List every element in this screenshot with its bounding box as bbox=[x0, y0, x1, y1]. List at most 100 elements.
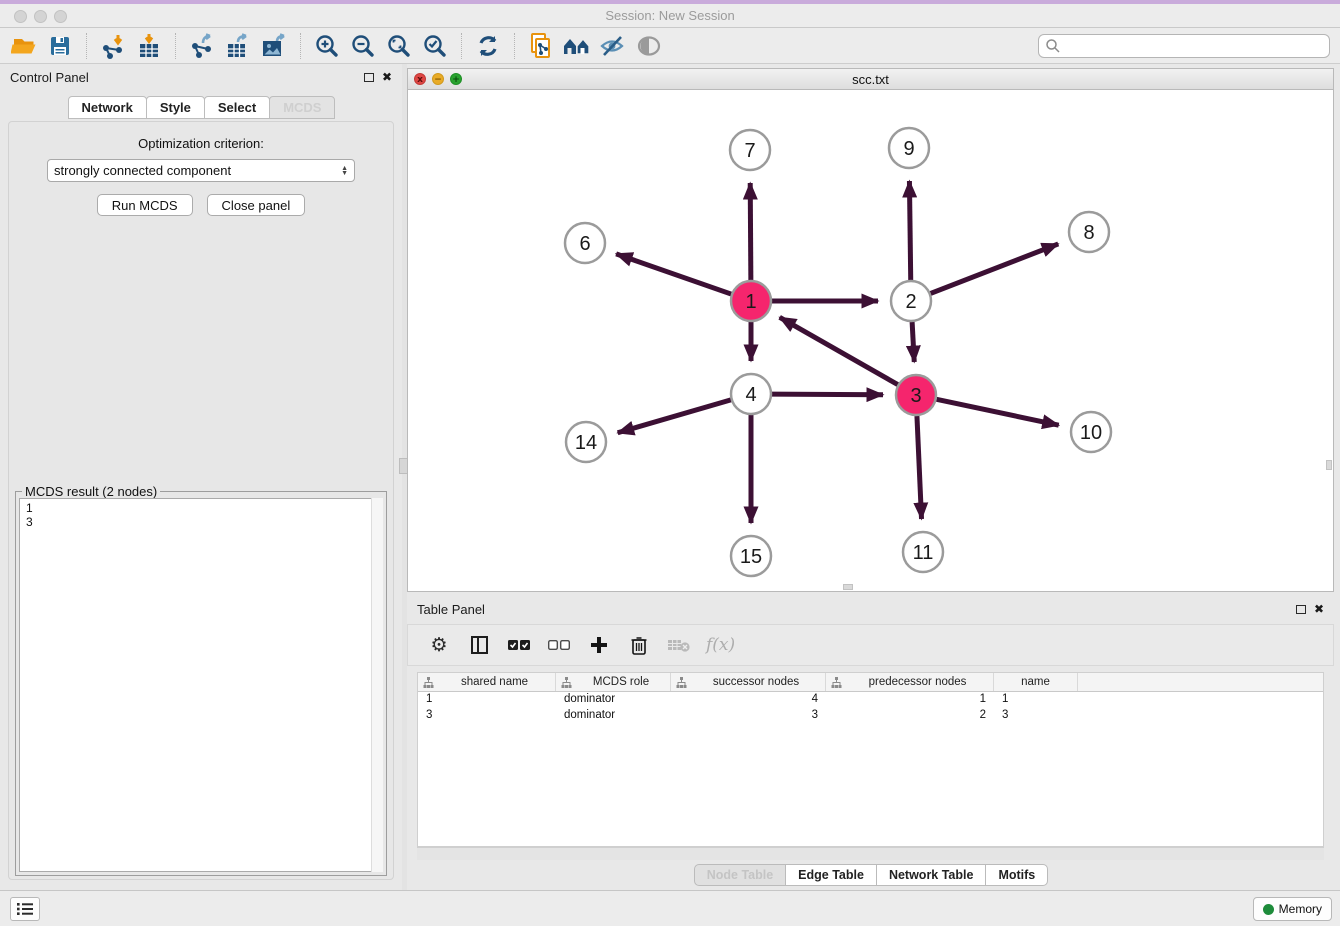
run-mcds-button[interactable]: Run MCDS bbox=[97, 194, 193, 216]
tab-select[interactable]: Select bbox=[204, 96, 270, 119]
table-tabs: Node TableEdge TableNetwork TableMotifs bbox=[407, 860, 1334, 890]
node-10[interactable]: 10 bbox=[1071, 412, 1111, 452]
canvas-handle-right[interactable] bbox=[1326, 460, 1332, 470]
node-8[interactable]: 8 bbox=[1069, 212, 1109, 252]
node-15[interactable]: 15 bbox=[731, 536, 771, 576]
edge-2-3[interactable] bbox=[912, 322, 914, 362]
node-6[interactable]: 6 bbox=[565, 223, 605, 263]
node-7[interactable]: 7 bbox=[730, 130, 770, 170]
export-image-button[interactable] bbox=[256, 30, 292, 62]
maximize-window-button[interactable] bbox=[54, 10, 67, 23]
node-3[interactable]: 3 bbox=[896, 375, 936, 415]
svg-text:1: 1 bbox=[745, 291, 756, 313]
cell-shared-name[interactable]: 1 bbox=[418, 692, 556, 708]
svg-text:14: 14 bbox=[575, 432, 597, 454]
add-column-icon[interactable] bbox=[586, 632, 612, 658]
node-14[interactable]: 14 bbox=[566, 422, 606, 462]
app-titlebar: Session: New Session bbox=[0, 4, 1340, 28]
tab-mcds[interactable]: MCDS bbox=[269, 96, 335, 119]
tab-network[interactable]: Network bbox=[68, 96, 147, 119]
close-panel-button[interactable]: Close panel bbox=[207, 194, 306, 216]
toolbar-separator bbox=[86, 33, 87, 59]
float-panel-icon[interactable] bbox=[1296, 605, 1306, 614]
open-session-button[interactable] bbox=[6, 30, 42, 62]
column-header-shared-name[interactable]: shared name bbox=[418, 673, 556, 691]
edge-1-7[interactable] bbox=[750, 183, 751, 280]
close-panel-icon[interactable]: ✖ bbox=[382, 72, 392, 82]
settings-gear-icon[interactable]: ⚙ bbox=[426, 632, 452, 658]
tab-style[interactable]: Style bbox=[146, 96, 205, 119]
mcds-result-scrollbar[interactable] bbox=[371, 498, 383, 872]
edge-2-8[interactable] bbox=[931, 244, 1059, 293]
status-bar: Memory bbox=[0, 890, 1340, 926]
new-network-from-selection-button[interactable] bbox=[523, 30, 559, 62]
network-canvas[interactable]: 7 9 6 8 1 2 4 3 14 10 15 11 bbox=[408, 90, 1333, 591]
show-column-icon[interactable] bbox=[466, 632, 492, 658]
import-table-button[interactable] bbox=[131, 30, 167, 62]
first-neighbors-button[interactable] bbox=[559, 30, 595, 62]
cell-name[interactable]: 1 bbox=[994, 692, 1078, 708]
minimize-window-button[interactable] bbox=[34, 10, 47, 23]
column-header-name[interactable]: name bbox=[994, 673, 1078, 691]
edge-2-9[interactable] bbox=[909, 181, 910, 280]
apply-layout-button[interactable] bbox=[470, 30, 506, 62]
save-session-button[interactable] bbox=[42, 30, 78, 62]
node-1[interactable]: 1 bbox=[731, 281, 771, 321]
cell-name[interactable]: 3 bbox=[994, 708, 1078, 724]
cell-MCDS-role[interactable]: dominator bbox=[556, 708, 671, 724]
edge-3-11[interactable] bbox=[917, 416, 922, 519]
cell-shared-name[interactable]: 3 bbox=[418, 708, 556, 724]
cell-predecessor-nodes[interactable]: 1 bbox=[826, 692, 994, 708]
zoom-in-button[interactable] bbox=[309, 30, 345, 62]
close-window-button[interactable] bbox=[14, 10, 27, 23]
search-input[interactable] bbox=[1061, 39, 1329, 53]
search-box[interactable] bbox=[1038, 34, 1330, 58]
node-4[interactable]: 4 bbox=[731, 374, 771, 414]
zoom-selected-button[interactable] bbox=[417, 30, 453, 62]
edge-3-1[interactable] bbox=[780, 317, 898, 384]
edge-4-14[interactable] bbox=[618, 400, 731, 433]
column-label: shared name bbox=[434, 676, 555, 688]
cell-successor-nodes[interactable]: 4 bbox=[671, 692, 826, 708]
export-network-button[interactable] bbox=[184, 30, 220, 62]
tab-network-table[interactable]: Network Table bbox=[876, 864, 987, 886]
task-history-button[interactable] bbox=[10, 897, 40, 921]
deselect-all-checkboxes-icon[interactable] bbox=[546, 632, 572, 658]
delete-column-trash-icon[interactable] bbox=[626, 632, 652, 658]
edge-4-3[interactable] bbox=[772, 394, 883, 395]
network-graph[interactable]: 7 9 6 8 1 2 4 3 14 10 15 11 bbox=[408, 90, 1333, 591]
export-table-button[interactable] bbox=[220, 30, 256, 62]
network-window-title: scc.txt bbox=[408, 72, 1333, 87]
table-horizontal-scrollbar[interactable] bbox=[417, 847, 1324, 860]
node-9[interactable]: 9 bbox=[889, 128, 929, 168]
table-row[interactable]: 3dominator323 bbox=[418, 708, 1323, 724]
toolbar-separator bbox=[461, 33, 462, 59]
cell-successor-nodes[interactable]: 3 bbox=[671, 708, 826, 724]
node-2[interactable]: 2 bbox=[891, 281, 931, 321]
cell-MCDS-role[interactable]: dominator bbox=[556, 692, 671, 708]
table-row[interactable]: 1dominator411 bbox=[418, 692, 1323, 708]
tab-node-table[interactable]: Node Table bbox=[694, 864, 786, 886]
cell-predecessor-nodes[interactable]: 2 bbox=[826, 708, 994, 724]
hide-selected-button[interactable] bbox=[595, 30, 631, 62]
show-all-button[interactable] bbox=[631, 30, 667, 62]
select-all-checkboxes-icon[interactable] bbox=[506, 632, 532, 658]
node-11[interactable]: 11 bbox=[903, 532, 943, 572]
close-panel-icon[interactable]: ✖ bbox=[1314, 604, 1324, 614]
edge-3-10[interactable] bbox=[937, 399, 1059, 425]
column-header-predecessor-nodes[interactable]: predecessor nodes bbox=[826, 673, 994, 691]
import-network-button[interactable] bbox=[95, 30, 131, 62]
tab-motifs[interactable]: Motifs bbox=[985, 864, 1048, 886]
network-window-titlebar[interactable]: scc.txt x − + bbox=[408, 69, 1333, 90]
mcds-result-text[interactable]: 1 3 bbox=[19, 498, 383, 872]
column-header-MCDS-role[interactable]: MCDS role bbox=[556, 673, 671, 691]
zoom-fit-button[interactable] bbox=[381, 30, 417, 62]
column-header-successor-nodes[interactable]: successor nodes bbox=[671, 673, 826, 691]
float-panel-icon[interactable] bbox=[364, 73, 374, 82]
canvas-handle-bottom[interactable] bbox=[843, 584, 853, 590]
tab-edge-table[interactable]: Edge Table bbox=[785, 864, 877, 886]
optimization-criterion-select[interactable]: strongly connected component ▲▼ bbox=[47, 159, 355, 182]
edge-1-6[interactable] bbox=[616, 254, 731, 294]
zoom-out-button[interactable] bbox=[345, 30, 381, 62]
memory-button[interactable]: Memory bbox=[1253, 897, 1332, 921]
